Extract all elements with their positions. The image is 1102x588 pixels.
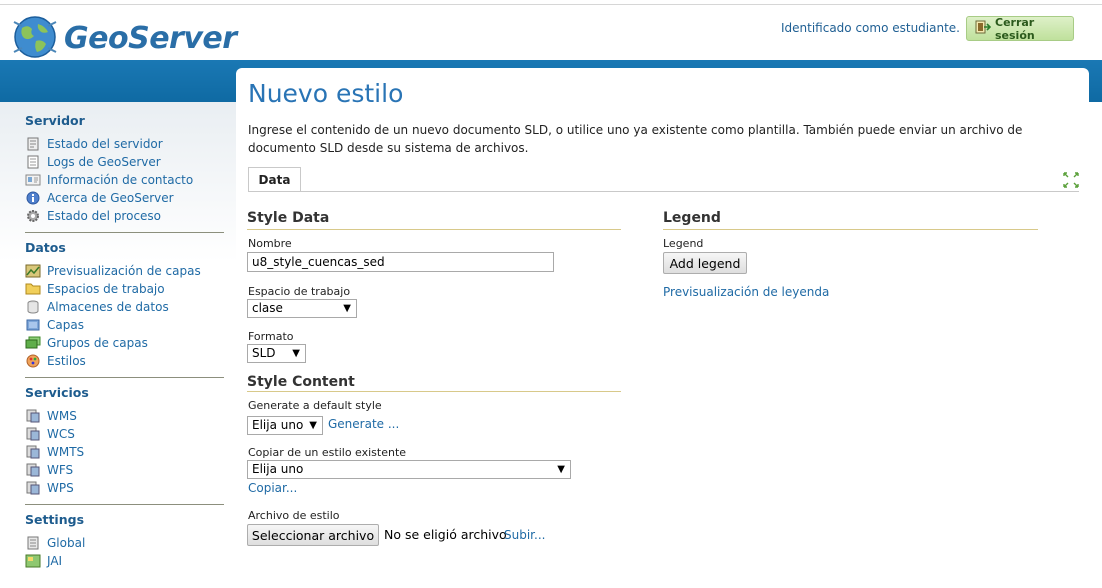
service-icon <box>25 427 41 441</box>
sidebar-section-settings: Settings <box>25 512 85 527</box>
jai-icon <box>25 554 41 568</box>
folder-icon <box>25 282 41 296</box>
sidebar-item-acerca[interactable]: Acerca de GeoServer <box>25 189 174 206</box>
palette-icon <box>25 354 41 368</box>
section-underline <box>247 229 621 230</box>
file-label: Archivo de estilo <box>248 509 340 522</box>
sidebar-item-global[interactable]: Global <box>25 534 85 551</box>
info-icon <box>25 191 41 205</box>
service-icon <box>25 463 41 477</box>
copy-label: Copiar de un estilo existente <box>248 446 407 459</box>
page-title: Nuevo estilo <box>248 79 404 108</box>
style-data-heading: Style Data <box>247 210 330 226</box>
fullscreen-expand-icon[interactable] <box>1062 171 1080 189</box>
logout-label: Cerrar sesión <box>995 15 1035 42</box>
top-border <box>0 4 1102 5</box>
sidebar-item-logs[interactable]: Logs de GeoServer <box>25 153 161 170</box>
style-content-heading: Style Content <box>247 374 355 390</box>
sidebar-section-servidor: Servidor <box>25 113 85 128</box>
format-label: Formato <box>248 330 294 343</box>
generate-style-select[interactable]: Elija uno ▼ <box>247 416 323 435</box>
globe-logo-icon <box>12 14 58 63</box>
sidebar-item-previsualizacion[interactable]: Previsualización de capas <box>25 262 201 279</box>
logout-icon <box>975 20 992 37</box>
sidebar-item-wps[interactable]: WPS <box>25 479 74 496</box>
sidebar-item-capas[interactable]: Capas <box>25 316 84 333</box>
sidebar-section-servicios: Servicios <box>25 385 89 400</box>
section-underline <box>247 391 621 392</box>
legend-heading: Legend <box>663 210 721 226</box>
page-description: Ingrese el contenido de un nuevo documen… <box>248 123 1023 155</box>
style-name-input[interactable]: u8_style_cuencas_sed <box>247 252 554 272</box>
contact-card-icon <box>25 173 41 187</box>
section-underline <box>663 229 1038 230</box>
sidebar-item-estilos[interactable]: Estilos <box>25 352 86 369</box>
service-icon <box>25 481 41 495</box>
copy-style-select[interactable]: Elija uno ▼ <box>247 460 571 479</box>
service-icon <box>25 445 41 459</box>
logo-text: GeoServer <box>64 20 237 56</box>
sidebar-divider <box>25 232 224 233</box>
dropdown-arrow-icon: ▼ <box>292 348 300 359</box>
sidebar-section-datos: Datos <box>25 240 66 255</box>
sidebar-item-jai[interactable]: JAI <box>25 552 62 569</box>
generate-link[interactable]: Generate ... <box>328 417 399 431</box>
sidebar-divider <box>25 377 224 378</box>
server-status-icon <box>25 137 41 151</box>
add-legend-button[interactable]: Add legend <box>663 252 747 274</box>
sidebar-item-espacios[interactable]: Espacios de trabajo <box>25 280 165 297</box>
logs-icon <box>25 155 41 169</box>
choose-file-button[interactable]: Seleccionar archivo <box>247 524 379 546</box>
sidebar-item-almacenes[interactable]: Almacenes de datos <box>25 298 169 315</box>
sidebar-item-wcs[interactable]: WCS <box>25 425 75 442</box>
settings-doc-icon <box>25 536 41 550</box>
tab-data[interactable]: Data <box>248 167 301 192</box>
service-icon <box>25 409 41 423</box>
workspace-select[interactable]: clase ▼ <box>247 299 357 318</box>
workspace-label: Espacio de trabajo <box>248 285 351 298</box>
layer-preview-icon <box>25 264 41 278</box>
upload-link[interactable]: Subir... <box>504 528 545 542</box>
database-icon <box>25 300 41 314</box>
sidebar-divider <box>25 504 224 505</box>
sidebar-item-estado-servidor[interactable]: Estado del servidor <box>25 135 163 152</box>
tab-divider <box>248 191 1079 192</box>
dropdown-arrow-icon: ▼ <box>557 464 565 475</box>
layer-group-icon <box>25 336 41 350</box>
legend-preview-link[interactable]: Previsualización de leyenda <box>663 285 829 299</box>
geoserver-logo[interactable]: GeoServer <box>12 14 237 62</box>
copy-link[interactable]: Copiar... <box>248 481 297 495</box>
gear-icon <box>25 209 41 223</box>
layer-icon <box>25 318 41 332</box>
format-select[interactable]: SLD ▼ <box>247 344 306 363</box>
sidebar-item-grupos[interactable]: Grupos de capas <box>25 334 148 351</box>
name-label: Nombre <box>248 237 292 250</box>
sidebar-item-wmts[interactable]: WMTS <box>25 443 84 460</box>
login-status: Identificado como estudiante. <box>780 21 960 35</box>
sidebar-item-wms[interactable]: WMS <box>25 407 77 424</box>
dropdown-arrow-icon: ▼ <box>343 303 351 314</box>
file-status: No se eligió archivo <box>384 527 507 542</box>
legend-label: Legend <box>663 237 704 250</box>
sidebar-item-contacto[interactable]: Información de contacto <box>25 171 193 188</box>
dropdown-arrow-icon: ▼ <box>309 420 317 431</box>
logout-button[interactable]: Cerrar sesión <box>966 15 1074 42</box>
sidebar-item-wfs[interactable]: WFS <box>25 461 73 478</box>
generate-label: Generate a default style <box>248 399 382 412</box>
sidebar-item-estado-proceso[interactable]: Estado del proceso <box>25 207 161 224</box>
